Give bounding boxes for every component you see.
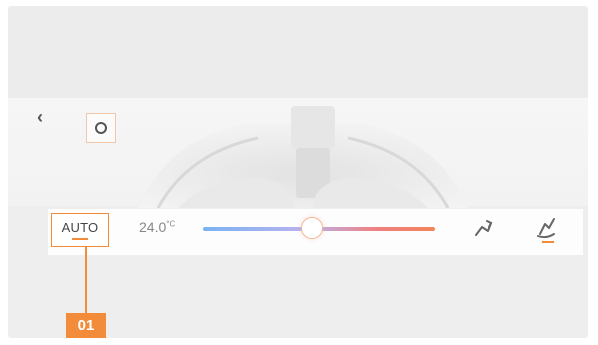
car-cabin-illustration — [138, 106, 468, 208]
power-icon — [95, 122, 107, 134]
temperature-value: 24.0 — [139, 219, 167, 235]
callout-line — [85, 247, 87, 315]
seat-mode-active-indicator — [542, 241, 554, 243]
temperature-readout: 24.0°C — [139, 219, 175, 235]
chevron-left-icon: ‹ — [37, 106, 43, 127]
temperature-unit: °C — [166, 219, 176, 229]
callout-badge: 01 — [66, 313, 106, 338]
auto-button[interactable]: AUTO — [51, 213, 109, 247]
auto-label: AUTO — [61, 219, 99, 235]
auto-active-indicator — [72, 237, 88, 240]
seat-airflow-icon[interactable] — [534, 214, 560, 246]
power-button[interactable] — [86, 113, 116, 143]
temperature-slider-thumb[interactable] — [301, 217, 324, 239]
climate-screen — [8, 6, 588, 338]
airflow-icon[interactable] — [473, 217, 493, 239]
top-band — [8, 6, 588, 98]
back-button[interactable]: ‹ — [30, 107, 50, 127]
temperature-slider[interactable] — [203, 217, 435, 239]
